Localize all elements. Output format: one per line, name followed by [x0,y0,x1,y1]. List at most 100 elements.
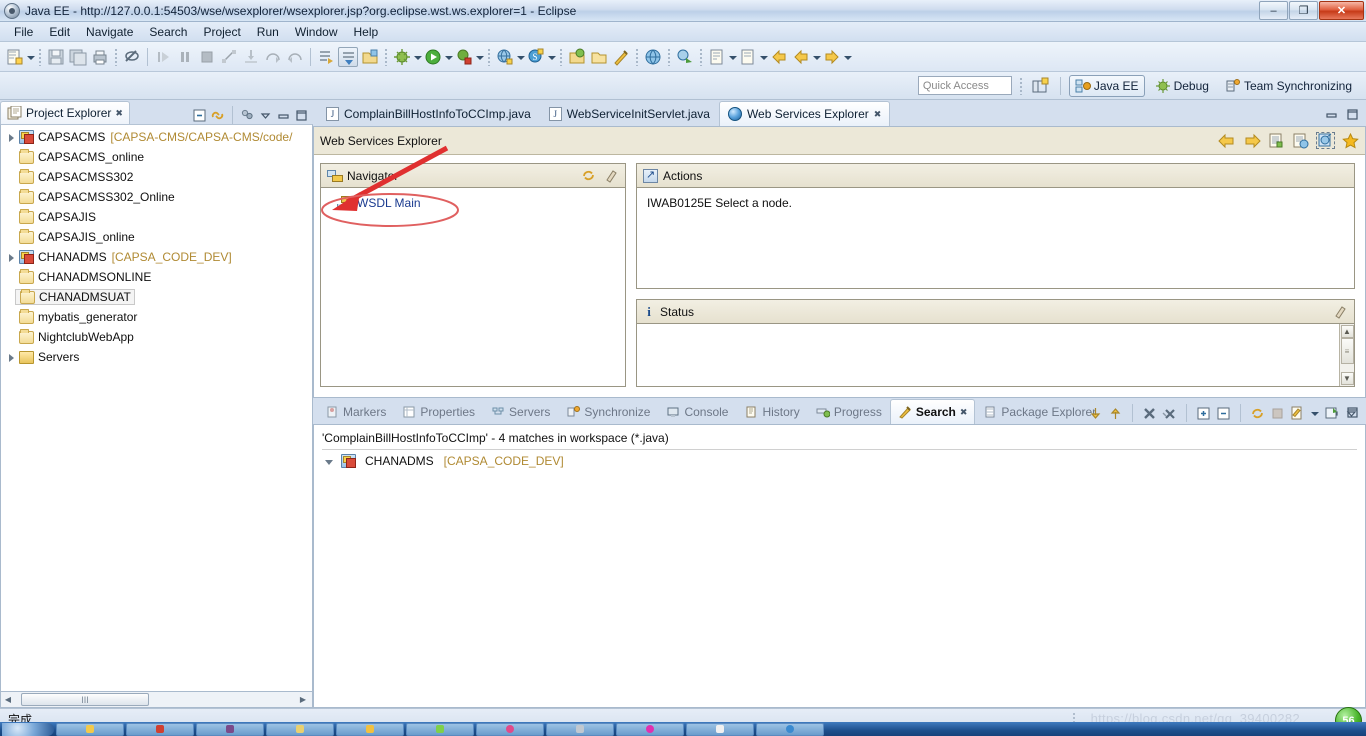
expand-twisty-icon[interactable] [322,455,335,468]
favorites-star-icon[interactable] [1342,132,1359,149]
session-icon[interactable]: S [526,47,546,67]
perspective-java-ee[interactable]: Java EE [1068,74,1145,97]
search-result-row[interactable]: CHANADMS [CAPSA_CODE_DEV] [322,454,1357,468]
bottom-tab-search[interactable]: Search ✖ [889,399,976,424]
previous-searches-icon[interactable] [1290,406,1305,421]
scroll-right-arrow-icon[interactable]: ▶ [296,693,310,707]
expand-twisty-icon[interactable] [5,251,18,264]
new-wizard-dropdown-icon[interactable] [26,47,35,67]
tree-item-chanadms[interactable]: CHANADMS [CAPSA_CODE_DEV] [1,247,312,267]
minimize-icon[interactable] [276,108,291,123]
status-vscrollbar[interactable]: ▲ ≡ ▼ [1339,324,1354,386]
taskbar-item[interactable] [336,722,404,736]
hscroll-thumb[interactable]: III [21,693,149,706]
open-type-icon[interactable] [567,47,587,67]
menu-edit[interactable]: Edit [41,23,78,41]
menu-search[interactable]: Search [141,23,195,41]
editor-tab-web-services-explorer[interactable]: Web Services Explorer ✖ [718,101,891,126]
run-external-tools-icon[interactable] [454,47,474,67]
maximize-icon[interactable] [1345,107,1360,122]
view-menu-icon[interactable] [1344,406,1359,421]
search-toolbar-icon[interactable] [611,47,631,67]
navigator-node-wsdl-main[interactable]: WSDL Main [331,196,615,210]
scroll-up-arrow-icon[interactable]: ▲ [1340,325,1354,338]
taskbar-item[interactable] [756,722,824,736]
toggle-mark-occurrences-icon[interactable] [122,47,142,67]
new-class-dropdown-icon[interactable] [759,47,768,67]
external-tools-dropdown-icon[interactable] [475,47,484,67]
collapse-all-icon[interactable] [1216,406,1231,421]
open-resource-icon[interactable] [589,47,609,67]
tree-item-capsacmss302_online[interactable]: CAPSACMSS302_Online [1,187,312,207]
back-arrow-icon[interactable] [1218,133,1236,149]
next-match-icon[interactable] [1088,406,1103,421]
wsil-page-icon[interactable] [1316,132,1335,149]
tab-project-explorer[interactable]: Project Explorer ✖ [0,101,130,124]
bottom-tab-console[interactable]: Console [658,399,736,424]
tree-item-chanadmsonline[interactable]: CHANADMSONLINE [1,267,312,287]
taskbar-item[interactable] [546,722,614,736]
next-annotation-icon[interactable] [316,47,336,67]
expand-twisty-icon[interactable] [5,351,18,364]
maximize-icon[interactable] [294,108,309,123]
open-perspective-icon[interactable] [1030,76,1052,96]
forward-nav-icon[interactable] [791,47,811,67]
taskbar-item[interactable] [406,722,474,736]
view-dropdown-icon[interactable] [258,108,273,123]
perspective-team-synchronizing[interactable]: Team Synchronizing [1219,75,1358,97]
next-nav-icon[interactable] [822,47,842,67]
tree-item-capsajis_online[interactable]: CAPSAJIS_online [1,227,312,247]
minimize-icon[interactable] [1324,107,1339,122]
save-icon[interactable] [46,47,66,67]
link-with-editor-icon[interactable] [210,108,225,123]
vscroll-thumb[interactable]: ≡ [1340,338,1354,364]
project-explorer-tree[interactable]: CAPSACMS [CAPSA-CMS/CAPSA-CMS/code/CAPSAC… [0,124,313,692]
project-explorer-hscrollbar[interactable]: ◀ III ▶ [0,692,313,708]
bottom-tab-package-explorer[interactable]: Package Explorer [975,399,1104,424]
tree-item-chanadmsuat[interactable]: CHANADMSUAT [1,287,312,307]
menu-project[interactable]: Project [195,23,248,41]
menu-run[interactable]: Run [249,23,287,41]
bottom-tab-progress[interactable]: Progress [808,399,890,424]
web-browser-icon[interactable] [643,47,663,67]
scroll-left-arrow-icon[interactable]: ◀ [1,693,15,707]
tree-item-capsacms[interactable]: CAPSACMS [CAPSA-CMS/CAPSA-CMS/code/ [1,127,312,147]
tree-item-nightclubwebapp[interactable]: NightclubWebApp [1,327,312,347]
bottom-tab-history[interactable]: History [736,399,807,424]
back-nav-icon[interactable] [769,47,789,67]
tree-item-capsacmss302[interactable]: CAPSACMSS302 [1,167,312,187]
bottom-tab-markers[interactable]: Markers [317,399,394,424]
close-icon[interactable]: ✖ [115,108,123,119]
taskbar-item[interactable] [616,722,684,736]
menu-file[interactable]: File [6,23,41,41]
menu-navigate[interactable]: Navigate [78,23,141,41]
new-package-dropdown-icon[interactable] [728,47,737,67]
clear-icon[interactable] [1333,304,1348,319]
taskbar-item[interactable] [56,722,124,736]
save-all-icon[interactable] [68,47,88,67]
new-class-icon[interactable] [738,47,758,67]
remove-selected-match-icon[interactable] [1142,406,1157,421]
run-web-service-icon[interactable] [675,47,695,67]
open-task-icon[interactable] [360,47,380,67]
taskbar-item[interactable] [196,722,264,736]
bottom-tab-properties[interactable]: Properties [394,399,483,424]
tree-item-mybatis_generator[interactable]: mybatis_generator [1,307,312,327]
bottom-tab-servers[interactable]: Servers [483,399,558,424]
tree-item-servers[interactable]: Servers [1,347,312,367]
debug-launch-icon[interactable] [392,47,412,67]
editor-tab-complainbillhostinfotoccimp[interactable]: J ComplainBillHostInfoToCCImp.java [317,101,540,126]
refresh-icon[interactable] [581,168,596,183]
scroll-down-arrow-icon[interactable]: ▼ [1340,372,1354,385]
close-icon[interactable]: ✖ [874,109,882,120]
new-server-dropdown-icon[interactable] [516,47,525,67]
run-launch-icon[interactable] [423,47,443,67]
uddi-page-icon[interactable] [1292,133,1309,149]
taskbar-item[interactable] [126,722,194,736]
toggle-breadcrumb-icon[interactable] [338,46,358,67]
taskbar-item[interactable] [476,722,544,736]
taskbar-item[interactable] [266,722,334,736]
print-icon[interactable] [90,47,110,67]
pin-search-icon[interactable] [1324,406,1339,421]
tree-item-capsajis[interactable]: CAPSAJIS [1,207,312,227]
